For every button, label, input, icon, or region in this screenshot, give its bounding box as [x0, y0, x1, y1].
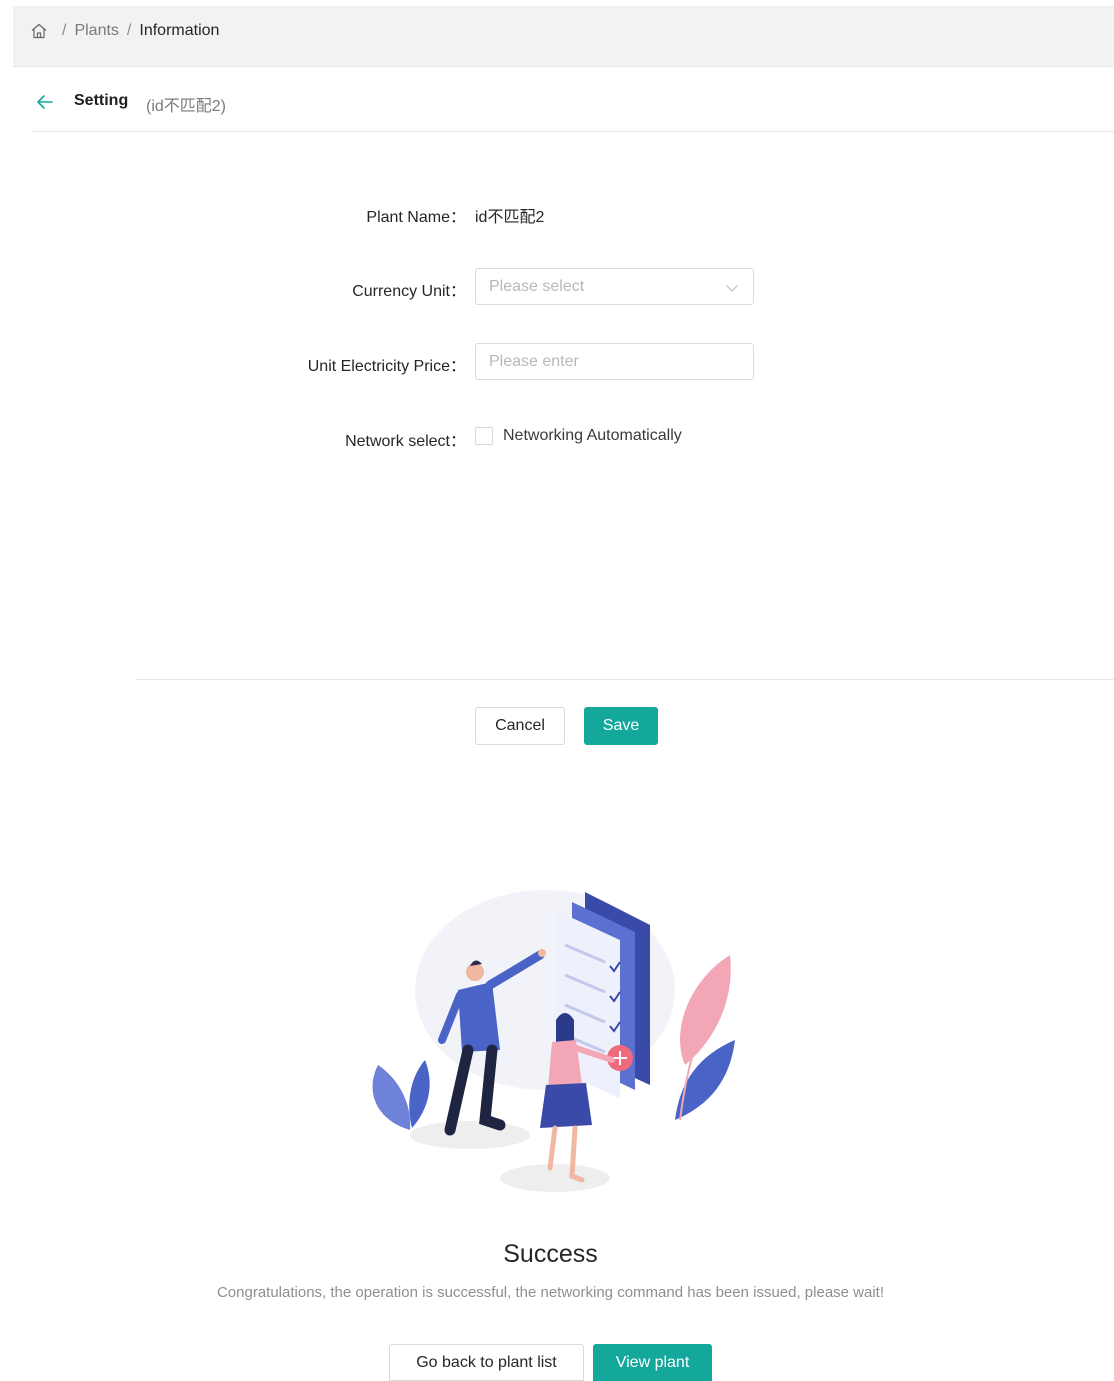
cancel-button[interactable]: Cancel: [475, 707, 565, 745]
result-description: Congratulations, the operation is succes…: [216, 1284, 885, 1301]
breadcrumb-information: Information: [139, 22, 220, 39]
page-title: Setting: [74, 92, 129, 109]
unit-price-label: Unit Electricity Price：: [307, 358, 466, 375]
breadcrumb: / Plants / Information: [30, 21, 219, 41]
breadcrumb-plants-link[interactable]: Plants: [74, 22, 118, 40]
unit-price-input[interactable]: [476, 344, 753, 379]
page-subtitle: (id不匹配2): [146, 98, 227, 115]
network-select-label: Network select：: [345, 433, 466, 450]
currency-unit-label: Currency Unit：: [352, 283, 466, 300]
go-back-to-plant-list-button[interactable]: Go back to plant list: [389, 1344, 584, 1381]
networking-auto-label[interactable]: Networking Automatically: [503, 427, 682, 445]
home-icon[interactable]: [30, 22, 48, 40]
result-title: Success: [503, 1240, 598, 1268]
unit-price-field-wrapper: [475, 343, 754, 380]
save-button[interactable]: Save: [584, 707, 658, 745]
currency-unit-placeholder: Please select: [489, 278, 585, 295]
success-illustration: [372, 890, 735, 1192]
view-plant-button[interactable]: View plant: [593, 1344, 712, 1381]
footer-divider: [135, 679, 1114, 680]
breadcrumb-separator: /: [62, 22, 67, 39]
chevron-down-icon: [725, 281, 739, 295]
top-bar: / Plants / Information: [13, 6, 1114, 67]
page-header: Setting (id不匹配2): [31, 84, 1114, 132]
breadcrumb-separator: /: [126, 22, 132, 39]
plant-name-label: Plant Name：: [366, 209, 466, 226]
networking-auto-checkbox[interactable]: [475, 427, 493, 445]
plant-name-value: id不匹配2: [475, 209, 545, 226]
arrow-left-icon[interactable]: [36, 93, 54, 111]
currency-unit-select[interactable]: Please select: [475, 268, 754, 305]
